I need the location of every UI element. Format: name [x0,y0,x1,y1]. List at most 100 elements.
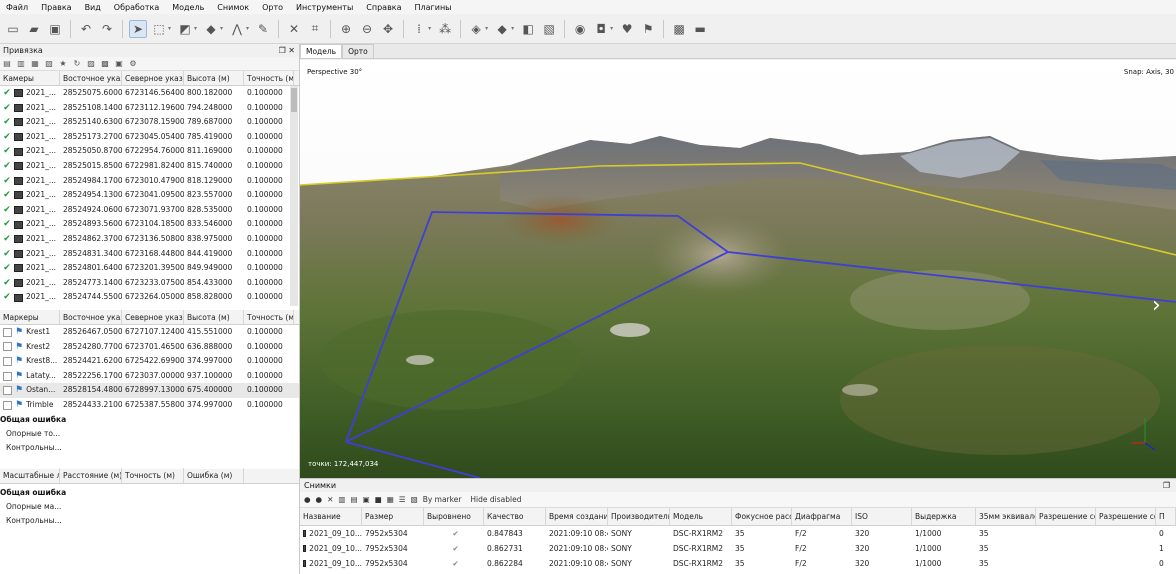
camera-name-cell[interactable]: ✔ 2021_... [0,276,60,291]
camera-icon[interactable]: ◘ [592,20,610,38]
photo-aligned-cell[interactable]: ✔ [424,541,484,556]
marker-north-cell[interactable]: 6727107.124000 [122,325,184,340]
photos-column-header[interactable]: Время создания [546,507,608,526]
photo-p-cell[interactable]: 0 [1156,556,1176,571]
model-viewport[interactable]: › Perspective 30° Snap: Axis, 30 точки: … [300,60,1176,478]
camera-east-cell[interactable]: 28524831.340000 [60,247,122,262]
camera-alt-cell[interactable]: 785.419000 [184,130,244,145]
zoom-in-icon[interactable]: ⊕ [337,20,355,38]
menu-item-6[interactable]: Орто [262,3,283,12]
photo-name-cell[interactable]: 2021_09_10... [300,556,362,571]
mask-icon[interactable]: ▣ [363,495,370,504]
camera-alt-cell[interactable]: 828.535000 [184,203,244,218]
camera-east-cell[interactable]: 28525075.600000 [60,86,122,101]
camera-east-cell[interactable]: 28524773.140000 [60,276,122,291]
photo-iso-cell[interactable]: 320 [852,526,912,541]
flag-icon[interactable]: ⚑ [639,20,657,38]
column-header[interactable]: Камеры [0,70,60,86]
camera-alt-cell[interactable]: 838.975000 [184,232,244,247]
photo-maker-cell[interactable]: SONY [608,556,670,571]
marker-alt-cell[interactable]: 636.888000 [184,340,244,355]
camera-north-cell[interactable]: 6723010.479000 [122,174,184,189]
camera-acc-cell[interactable]: 0.100000 [244,217,294,232]
photo-res2-cell[interactable] [1096,541,1156,556]
photo-shutter-cell[interactable]: 1/1000 [912,556,976,571]
photo-res2-cell[interactable] [1096,526,1156,541]
marker-checkbox[interactable] [3,327,12,337]
marker-east-cell[interactable]: 28526467.050000 [60,325,122,340]
enabled-check-icon[interactable]: ✔ [0,101,14,116]
camera-acc-cell[interactable]: 0.100000 [244,159,294,174]
camera-name-cell[interactable]: ✔ 2021_... [0,232,60,247]
camera-north-cell[interactable]: 6723233.075000 [122,276,184,291]
photo-maker-cell[interactable]: SONY [608,541,670,556]
camera-name-cell[interactable]: ✔ 2021_... [0,159,60,174]
photo-ap-cell[interactable]: F/2 [792,541,852,556]
camera-row[interactable]: ✔ 2021_... 28525015.8500006722981.82400081… [0,159,299,174]
menu-item-9[interactable]: Плагины [415,3,452,12]
marker-name-cell[interactable]: ⚑ Krest1 [0,325,60,340]
column-header[interactable]: Северное указа [122,309,184,325]
camera-alt-cell[interactable]: 815.740000 [184,159,244,174]
camera-row[interactable]: ✔ 2021_... 28525140.6300006723078.15900078… [0,115,299,130]
photo-focal-cell[interactable]: 35 [732,526,792,541]
camera-acc-cell[interactable]: 0.100000 [244,174,294,189]
photo-row[interactable]: 2021_09_10... 7952x5304 ✔ 0.862731 2021:09:1… [300,541,1176,556]
marker-row[interactable]: ⚑Krest128526467.0500006727107.124000415.… [0,325,299,340]
camera-name-cell[interactable]: ✔ 2021_... [0,86,60,101]
photo-res2-cell[interactable] [1096,556,1156,571]
photos-column-header[interactable]: Диафрагма [792,507,852,526]
new-icon[interactable]: ▭ [4,20,22,38]
camera-row[interactable]: ✔ 2021_... 28525173.2700006723045.05400078… [0,130,299,145]
marker-acc-cell[interactable]: 0.100000 [244,325,294,340]
dropdown-arrow-icon[interactable]: ▾ [610,25,613,32]
by-marker-button[interactable]: By marker [423,495,462,504]
align-icon[interactable]: ▥ [338,495,345,504]
camera-north-cell[interactable]: 6723112.196000 [122,101,184,116]
menu-item-8[interactable]: Справка [366,3,401,12]
enabled-check-icon[interactable]: ✔ [0,130,14,145]
marker-checkbox[interactable] [3,400,12,410]
enabled-check-icon[interactable]: ✔ [0,276,14,291]
marker-row[interactable]: ⚑Krest228524280.7700006723701.465000636.… [0,340,299,355]
photo-iso-cell[interactable]: 320 [852,556,912,571]
column-header[interactable]: Северное указа [122,70,184,86]
marker-name-cell[interactable]: ⚑ Krest2 [0,340,60,355]
marker-north-cell[interactable]: 6723037.000000 [122,369,184,384]
photo-quality-cell[interactable]: 0.862284 [484,556,546,571]
photo-maker-cell[interactable]: SONY [608,526,670,541]
camera-acc-cell[interactable]: 0.100000 [244,188,294,203]
enabled-check-icon[interactable]: ✔ [0,290,14,305]
rect-select-icon[interactable]: ⬚ [150,20,168,38]
photo-focal-cell[interactable]: 35 [732,556,792,571]
camera-name-cell[interactable]: ✔ 2021_... [0,247,60,262]
camera-east-cell[interactable]: 28525050.870000 [60,144,122,159]
menu-item-3[interactable]: Обработка [114,3,159,12]
camera-name-cell[interactable]: ✔ 2021_... [0,203,60,218]
photo-quality-cell[interactable]: 0.862731 [484,541,546,556]
marker-acc-cell[interactable]: 0.100000 [244,354,294,369]
column-header[interactable]: Расстояние (м) [60,468,122,484]
camera-acc-cell[interactable]: 0.100000 [244,86,294,101]
photos-column-header[interactable]: ISO [852,507,912,526]
photo-time-cell[interactable]: 2021:09:10 08:49... [546,541,608,556]
marker-checkbox[interactable] [3,386,12,396]
marker-row[interactable]: ⚑Trimble28524433.2100006725387.558000374… [0,398,299,413]
photos-column-header[interactable]: Выровнено [424,507,484,526]
dropdown-arrow-icon[interactable]: ▾ [220,25,223,32]
menu-item-1[interactable]: Правка [41,3,71,12]
hide-disabled-button[interactable]: Hide disabled [470,495,521,504]
camera-east-cell[interactable]: 28524924.060000 [60,203,122,218]
camera-north-cell[interactable]: 6723264.050000 [122,290,184,305]
photo-eq-cell[interactable]: 35 [976,526,1036,541]
camera-alt-cell[interactable]: 818.129000 [184,174,244,189]
photo-focal-cell[interactable]: 35 [732,541,792,556]
camera-row[interactable]: ✔ 2021_... 28525075.6000006723146.56400080… [0,86,299,101]
menu-item-7[interactable]: Инструменты [296,3,353,12]
remove-icon[interactable]: ✕ [327,495,333,504]
camera-north-cell[interactable]: 6722981.824000 [122,159,184,174]
photo-res1-cell[interactable] [1036,526,1096,541]
export-icon[interactable]: ▥ [16,59,26,69]
marker-east-cell[interactable]: 28524280.770000 [60,340,122,355]
polyline-icon[interactable]: ⋀ [228,20,246,38]
